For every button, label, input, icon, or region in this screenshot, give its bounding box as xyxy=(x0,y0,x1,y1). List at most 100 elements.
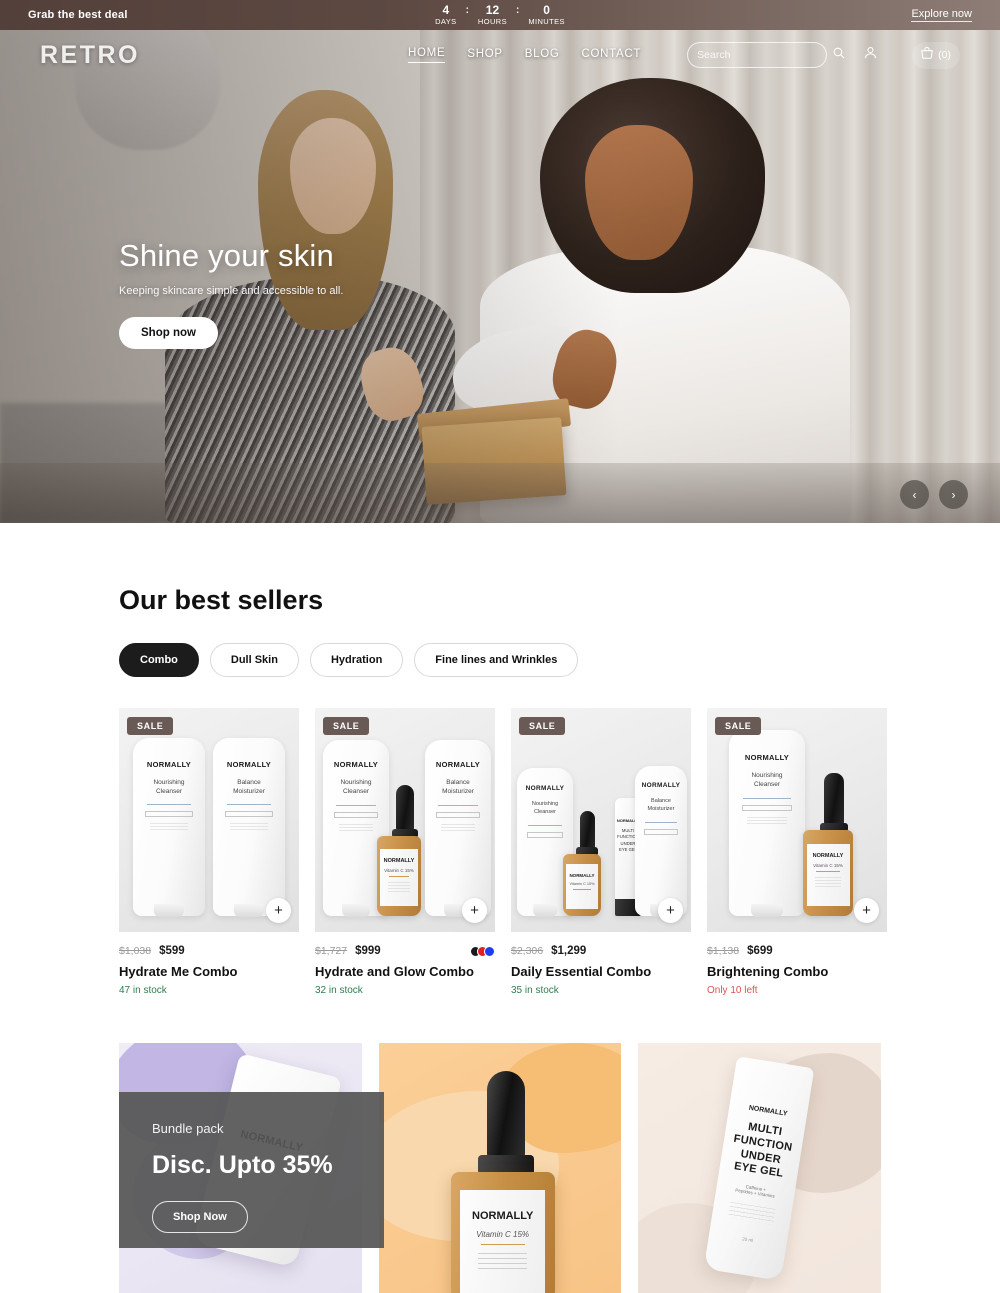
countdown-separator: : xyxy=(465,5,469,17)
product-sale-price: $599 xyxy=(159,945,185,957)
account-button[interactable] xyxy=(863,45,878,65)
tube-lines xyxy=(440,823,476,832)
dropper-bottle: NORMALLY Vitamin C 15% xyxy=(563,854,601,916)
hero-shop-now-button[interactable]: Shop now xyxy=(119,317,218,349)
product-card[interactable]: SALE NORMALLY Nourishing Cleanser NORMALL… xyxy=(511,708,691,996)
product-price-row: $1,727 $999 xyxy=(315,945,495,957)
tube-brand: NORMALLY xyxy=(744,752,790,762)
promo-banner-eye-gel[interactable]: NORMALLY MULTI FUNCTION UNDER EYE GEL Caffe… xyxy=(638,1043,882,1293)
product-card[interactable]: SALE NORMALLY Nourishing Cleanser NORMALL… xyxy=(707,708,887,996)
add-to-cart-icon[interactable]: + xyxy=(658,898,683,923)
product-color-swatches[interactable] xyxy=(470,945,495,957)
tube-accent-bar xyxy=(226,804,272,806)
add-to-cart-icon[interactable]: + xyxy=(266,898,291,923)
add-to-cart-icon[interactable]: + xyxy=(462,898,487,923)
swatch-blue[interactable] xyxy=(484,945,495,957)
countdown-minutes: 0 MINUTES xyxy=(528,4,565,26)
dropper-name: Vitamin C 15% xyxy=(384,867,414,873)
tube-name: Balance Moisturizer xyxy=(647,797,675,812)
banner-product-name: Vitamin C 15% xyxy=(476,1230,530,1240)
filter-dull-skin[interactable]: Dull Skin xyxy=(209,643,299,677)
bundle-shop-now-button[interactable]: Shop Now xyxy=(152,1201,248,1233)
tube-name: Balance Moisturizer xyxy=(233,778,265,796)
hero-subtitle: Keeping skincare simple and accessible t… xyxy=(119,285,344,297)
filter-hydration[interactable]: Hydration xyxy=(309,643,404,677)
tube-strip xyxy=(741,804,793,811)
tube-accent-bar xyxy=(644,821,678,823)
countdown-timer: 4 DAYS : 12 HOURS : 0 MINUTES xyxy=(435,4,565,26)
product-title[interactable]: Daily Essential Combo xyxy=(511,964,691,979)
user-icon[interactable] xyxy=(863,45,878,65)
tube-accent-bar xyxy=(146,804,192,806)
dropper-brand: NORMALLY xyxy=(383,857,415,864)
tube-strip xyxy=(145,811,193,818)
product-card[interactable]: SALE NORMALLY Nourishing Cleanser NORMALL… xyxy=(315,708,495,996)
tube-name: Nourishing Cleanser xyxy=(531,800,559,815)
main-navigation: HOME SHOP BLOG CONTACT Search (0) xyxy=(408,41,960,69)
tube-brand: NORMALLY xyxy=(226,759,272,769)
banner-product-brand: NORMALLY xyxy=(748,1104,789,1118)
dropper-bottle: NORMALLY Vitamin C 15% xyxy=(377,836,421,916)
site-logo[interactable]: RETRO xyxy=(40,41,140,70)
dropper-cap xyxy=(824,773,844,825)
product-price-row: $1,138 $699 xyxy=(707,945,887,957)
filter-combo[interactable]: Combo xyxy=(119,643,199,677)
add-to-cart-icon[interactable]: + xyxy=(854,898,879,923)
nav-item-blog[interactable]: BLOG xyxy=(525,48,560,63)
basket-icon[interactable] xyxy=(920,46,934,65)
product-grid: SALE NORMALLY Nourishing Cleanser NORMALL… xyxy=(119,708,887,996)
tube-name: Nourishing Cleanser xyxy=(340,778,372,796)
tube-brand: NORMALLY xyxy=(333,759,379,769)
product-title[interactable]: Brightening Combo xyxy=(707,964,887,979)
product-card[interactable]: SALE NORMALLY Nourishing Cleanser NORMALL… xyxy=(119,708,299,996)
dropper-lines xyxy=(815,876,841,888)
dropper-label: NORMALLY Vitamin C 15% xyxy=(380,848,418,907)
countdown-minutes-label: MINUTES xyxy=(528,17,565,27)
sale-badge: SALE xyxy=(715,717,762,735)
product-dropper-bottle: NORMALLY Vitamin C 15% xyxy=(803,773,865,916)
product-original-price: $1,138 xyxy=(707,945,740,957)
product-image: SALE NORMALLY Nourishing Cleanser NORMALL… xyxy=(119,708,299,932)
filter-fine-lines-and-wrinkles[interactable]: Fine lines and Wrinkles xyxy=(414,643,579,677)
tube-strip xyxy=(436,811,480,818)
bundle-pack-overlay: Bundle pack Disc. Upto 35% Shop Now xyxy=(119,1092,384,1248)
search-input[interactable] xyxy=(697,49,833,61)
bundle-discount-title: Disc. Upto 35% xyxy=(152,1151,333,1179)
product-stock-status: Only 10 left xyxy=(707,985,758,996)
nav-item-shop[interactable]: SHOP xyxy=(467,48,502,63)
announcement-message: Grab the best deal xyxy=(28,9,128,21)
product-stock-status: 35 in stock xyxy=(511,985,559,996)
carousel-next-icon[interactable]: › xyxy=(939,480,968,509)
carousel-prev-icon[interactable]: ‹ xyxy=(900,480,929,509)
product-stock-status: 47 in stock xyxy=(119,985,167,996)
banner-product-eyegel: NORMALLY MULTI FUNCTION UNDER EYE GEL Caffe… xyxy=(704,1056,815,1281)
nav-item-contact[interactable]: CONTACT xyxy=(582,48,642,63)
dropper-cap xyxy=(486,1071,525,1159)
tube-brand: NORMALLY xyxy=(146,759,192,769)
dropper-cap xyxy=(579,811,595,849)
product-image: SALE NORMALLY Nourishing Cleanser NORMALL… xyxy=(707,708,887,932)
nav-item-home[interactable]: HOME xyxy=(408,47,446,63)
main-header: RETRO HOME SHOP BLOG CONTACT Search (0) xyxy=(0,30,1000,80)
product-title[interactable]: Hydrate and Glow Combo xyxy=(315,964,495,979)
product-stock-status: 32 in stock xyxy=(315,985,363,996)
search-box[interactable] xyxy=(687,42,845,68)
dropper-underline xyxy=(816,870,840,872)
dropper-label: NORMALLY Vitamin C 15% xyxy=(806,843,850,906)
product-title[interactable]: Hydrate Me Combo xyxy=(119,964,299,979)
hero-carousel-controls: ‹ › xyxy=(900,480,968,509)
tube-lines xyxy=(230,823,268,832)
countdown-hours-value: 12 xyxy=(485,3,500,18)
tube-strip xyxy=(526,831,564,838)
banner-product-volume: 20 ml xyxy=(742,1236,754,1243)
hero-banner: RETRO HOME SHOP BLOG CONTACT Search (0) … xyxy=(0,30,1000,523)
dropper-bottle: NORMALLY Vitamin C 15% xyxy=(803,830,853,916)
search-icon[interactable] xyxy=(832,46,845,64)
hero-title: Shine your skin xyxy=(119,238,334,273)
explore-now-link[interactable]: Explore now xyxy=(911,8,972,22)
cart-button[interactable]: (0) xyxy=(912,41,960,69)
dropper-bottle: NORMALLY Vitamin C 15% xyxy=(450,1172,555,1293)
countdown-separator-2: : xyxy=(516,5,520,17)
promo-banner-vitamin-c[interactable]: NORMALLY Vitamin C 15% xyxy=(378,1043,622,1293)
tube-name: Balance Moisturizer xyxy=(442,778,474,796)
